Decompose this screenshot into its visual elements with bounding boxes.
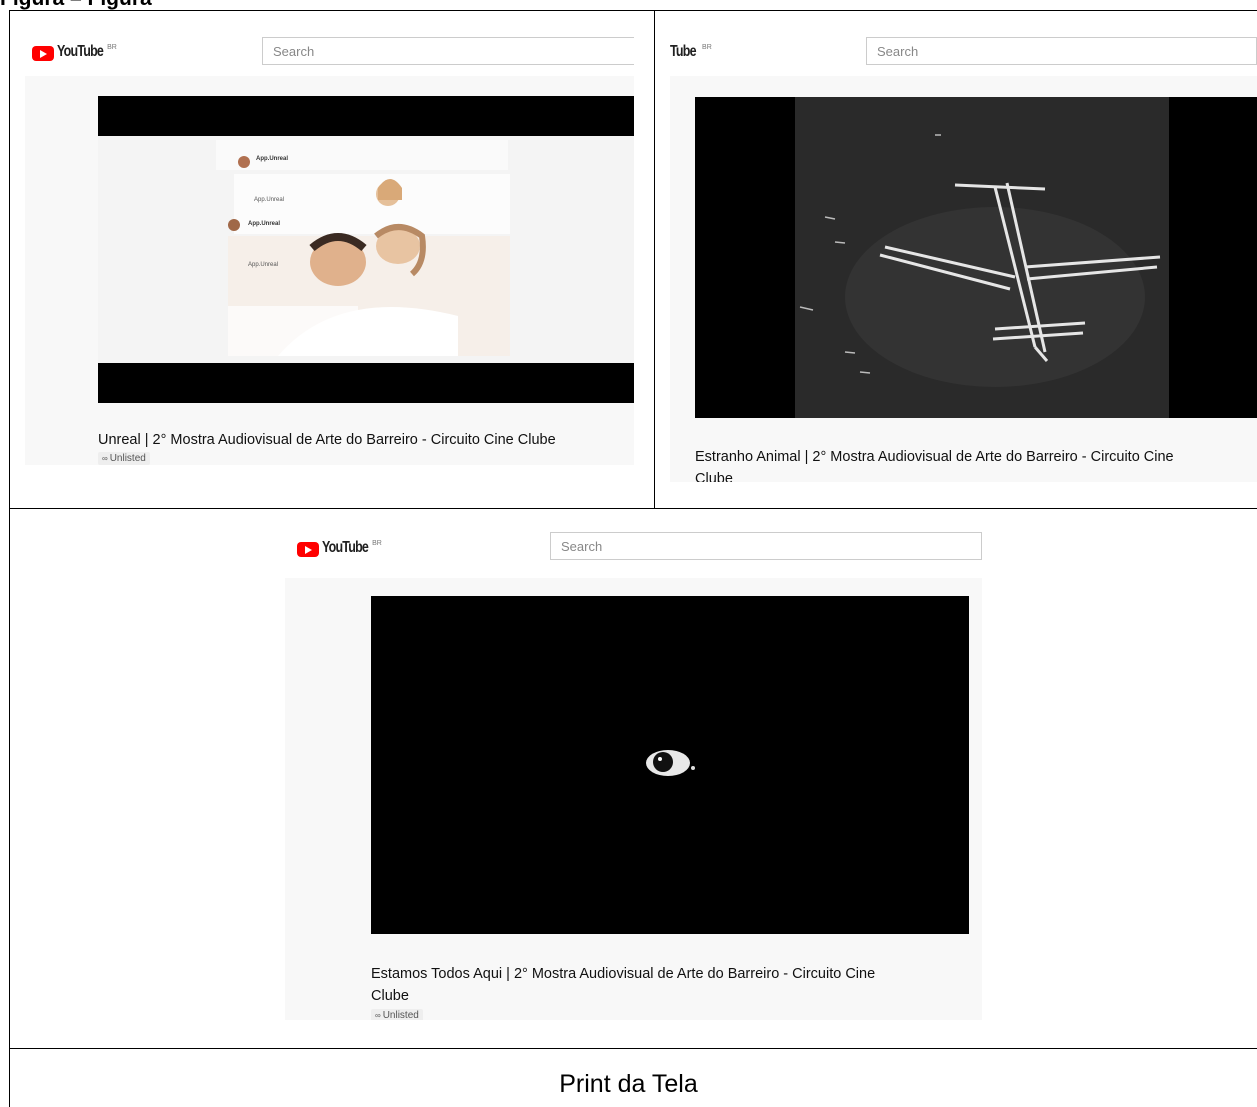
app-label: App.Unreal xyxy=(248,262,279,268)
video-title[interactable]: Estamos Todos Aqui | 2° Mostra Audiovisu… xyxy=(371,963,971,1007)
video-player[interactable] xyxy=(695,97,1257,418)
video-player[interactable] xyxy=(371,596,969,934)
video-frame-unreal xyxy=(98,136,634,363)
video-title[interactable]: Unreal | 2° Mostra Audiovisual de Arte d… xyxy=(98,429,628,451)
youtube-play-icon xyxy=(32,46,54,61)
table-border-middle xyxy=(654,10,655,508)
screenshot-estamos-todos-aqui: YouTube BR Search Estamos Todos Aqui | 2… xyxy=(285,532,982,1020)
search-input[interactable]: Search xyxy=(866,37,1257,65)
link-icon: ∞ xyxy=(102,454,108,463)
app-label: App.Unreal xyxy=(248,221,281,227)
screenshot-unreal: YouTube BR Search App.Unreal App.Unreal … xyxy=(25,30,634,465)
figure-caption: Print da Tela xyxy=(559,1070,698,1098)
unlisted-badge: ∞ Unlisted xyxy=(98,452,150,465)
search-input[interactable]: Search xyxy=(262,37,634,65)
table-border-left xyxy=(9,10,10,1107)
video-title-line: Clube xyxy=(695,471,733,482)
youtube-logo[interactable]: YouTube BR xyxy=(297,539,382,557)
video-player[interactable]: App.Unreal App.Unreal App.Unreal App.Unr… xyxy=(98,96,634,403)
table-border-row1 xyxy=(9,508,1257,509)
youtube-play-icon xyxy=(297,542,319,557)
link-icon: ∞ xyxy=(375,1011,381,1020)
screenshot-estranho-animal: Tube BR Search Estranho Animal | 2° Most… xyxy=(670,30,1257,482)
table-border-row2 xyxy=(9,1048,1257,1049)
search-input[interactable]: Search xyxy=(550,532,982,560)
unlisted-label: Unlisted xyxy=(382,1010,419,1020)
video-title[interactable]: Estranho Animal | 2° Mostra Audiovisual … xyxy=(695,446,1255,482)
video-title-line: Estamos Todos Aqui | 2° Mostra Audiovisu… xyxy=(371,966,876,982)
figure-table: YouTube BR Search App.Unreal App.Unreal … xyxy=(0,10,1257,1107)
table-border-top xyxy=(9,10,1257,11)
youtube-logo-cropped[interactable]: Tube BR xyxy=(670,43,712,61)
youtube-logo[interactable]: YouTube BR xyxy=(32,43,117,61)
video-frame-eye xyxy=(646,750,695,776)
video-frame-airplane xyxy=(795,97,1169,418)
app-label: App.Unreal xyxy=(254,197,285,203)
app-label: App.Unreal xyxy=(256,156,289,162)
video-title-line: Estranho Animal | 2° Mostra Audiovisual … xyxy=(695,449,1174,465)
video-title-line: Clube xyxy=(371,988,409,1004)
unlisted-badge: ∞ Unlisted xyxy=(371,1009,423,1020)
unlisted-label: Unlisted xyxy=(109,453,146,464)
